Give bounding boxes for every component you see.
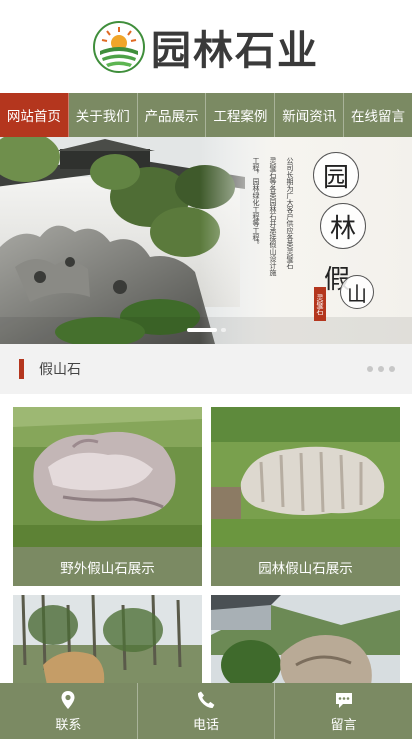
- banner-slider[interactable]: 工程，园林绿化工程等工程。 灵璧石等各类园林石并承接假山设计施 公司长期为广大客…: [0, 137, 412, 344]
- product-caption: 野外假山石展示: [13, 547, 202, 586]
- main-nav: 网站首页 关于我们 产品展示 工程案例 新闻资讯 在线留言: [0, 93, 412, 137]
- contact-label: 联系: [55, 717, 82, 733]
- site-header: 园林石业: [0, 0, 412, 93]
- phone-button[interactable]: 电话: [138, 683, 276, 739]
- nav-item-message[interactable]: 在线留言: [344, 93, 412, 137]
- more-dots-button[interactable]: [367, 366, 395, 372]
- banner-text-col-3: 公司长期为广大客户供应各类灵璧石: [286, 157, 294, 269]
- phone-label: 电话: [193, 717, 220, 733]
- bottom-action-bar: 联系 电话 留言: [0, 683, 412, 739]
- banner-text-col-1: 工程，园林绿化工程等工程。: [252, 157, 260, 248]
- nav-item-cases[interactable]: 工程案例: [206, 93, 276, 137]
- product-card[interactable]: 园林假山石展示: [211, 407, 400, 586]
- leaf-sun-logo-icon: [93, 20, 145, 73]
- more-dot: [389, 366, 395, 372]
- contact-button[interactable]: 联系: [0, 683, 138, 739]
- banner-text-col-2: 灵璧石等各类园林石并承接假山设计施: [269, 157, 277, 276]
- more-dot: [367, 366, 373, 372]
- message-icon: [335, 692, 352, 708]
- banner-char-1: 园: [313, 152, 359, 198]
- section-header: 假山石: [0, 344, 412, 394]
- product-card[interactable]: 野外假山石展示: [13, 407, 202, 586]
- product-image: [13, 407, 202, 547]
- product-caption: 园林假山石展示: [211, 547, 400, 586]
- site-name: 园林石业: [151, 26, 319, 74]
- more-dot: [378, 366, 384, 372]
- slider-indicator: [0, 328, 412, 332]
- message-label: 留言: [330, 717, 357, 733]
- banner-char-4: 山: [340, 275, 374, 309]
- banner-char-2: 林: [320, 203, 366, 249]
- product-image: [211, 407, 400, 547]
- nav-item-news[interactable]: 新闻资讯: [275, 93, 345, 137]
- section-accent-bar: [19, 359, 24, 379]
- phone-icon: [197, 691, 215, 708]
- slider-dot-active[interactable]: [186, 328, 217, 332]
- location-pin-icon: [61, 690, 75, 709]
- nav-item-home[interactable]: 网站首页: [0, 93, 69, 137]
- section-title: 假山石: [39, 362, 81, 378]
- site-logo[interactable]: 园林石业: [93, 18, 319, 76]
- banner-seal: 灵璧石: [314, 287, 326, 321]
- nav-item-about[interactable]: 关于我们: [69, 93, 138, 137]
- nav-item-products[interactable]: 产品展示: [138, 93, 207, 137]
- slider-dot[interactable]: [220, 328, 226, 332]
- message-button[interactable]: 留言: [275, 683, 412, 739]
